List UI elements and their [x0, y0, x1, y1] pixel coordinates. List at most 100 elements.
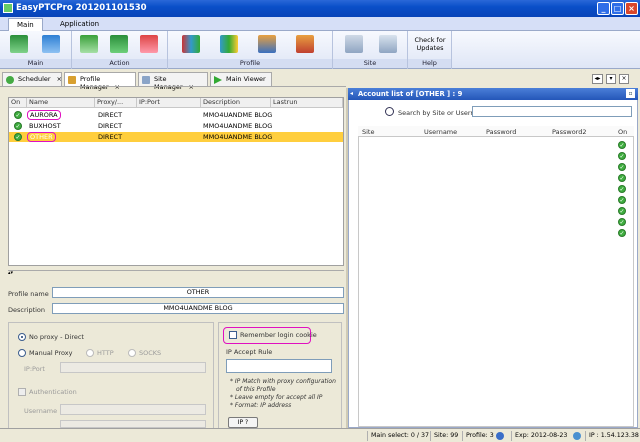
users-icon[interactable] — [258, 35, 276, 53]
status-main-select: Main select: 0 / 37 — [367, 431, 429, 441]
close-tab-icon[interactable]: × — [189, 83, 194, 91]
run-icon[interactable] — [42, 35, 60, 53]
check-icon[interactable]: ✓ — [14, 111, 22, 119]
delete-icon[interactable] — [140, 35, 158, 53]
check-icon[interactable]: ✓ — [618, 152, 626, 160]
username-field[interactable] — [60, 404, 206, 415]
network-icon — [573, 432, 581, 440]
profile-name-field[interactable]: OTHER — [52, 287, 344, 298]
main-icon[interactable] — [10, 35, 28, 53]
col-header-username[interactable]: Username — [424, 128, 457, 136]
col-header-ipport[interactable]: IP:Port — [137, 98, 201, 108]
profile-name-cell[interactable]: OTHER — [27, 132, 56, 142]
manual-proxy-radio[interactable] — [18, 349, 26, 357]
tab-underline — [0, 86, 346, 87]
proxy-cell[interactable]: DIRECT — [98, 132, 122, 142]
description-label: Description — [8, 306, 46, 314]
http-radio[interactable] — [86, 349, 94, 357]
col-header-lastrun[interactable]: Lastrun — [271, 98, 343, 108]
remember-cookie-label[interactable]: Remember login cookie — [240, 331, 317, 339]
close-button[interactable]: × — [625, 2, 638, 15]
check-icon[interactable]: ✓ — [618, 207, 626, 215]
tab-label: Profile Manager — [80, 75, 109, 91]
check-icon[interactable]: ✓ — [618, 185, 626, 193]
ip-button[interactable]: IP ? — [228, 417, 258, 428]
check-icon[interactable]: ✓ — [618, 163, 626, 171]
table-row[interactable]: ✓ AURORA DIRECT MMO4UANDME BLOG — [9, 110, 343, 120]
ip-accept-rule-field[interactable] — [226, 359, 332, 373]
proxy-cell[interactable]: DIRECT — [98, 110, 122, 120]
pin-icon[interactable]: ▫ — [626, 89, 635, 98]
no-proxy-label[interactable]: No proxy - Direct — [29, 333, 84, 341]
close-tab-icon[interactable]: × — [115, 83, 120, 91]
password-field[interactable] — [60, 420, 206, 428]
check-icon[interactable]: ✓ — [618, 218, 626, 226]
check-icon[interactable]: ✓ — [14, 133, 22, 141]
description-field[interactable]: MMO4UANDME BLOG — [52, 303, 344, 314]
table-row-selected[interactable]: ✓ OTHER DIRECT MMO4UANDME BLOG — [9, 132, 343, 142]
check-updates-button[interactable]: Check for Updates — [410, 36, 450, 52]
col-header-password2[interactable]: Password2 — [552, 128, 587, 136]
tab-prev-button[interactable]: ◂▸ — [592, 74, 603, 84]
tab-scheduler[interactable]: Scheduler × — [2, 72, 62, 86]
check-icon[interactable]: ✓ — [618, 196, 626, 204]
tab-list-button[interactable]: ▾ — [606, 74, 616, 84]
check-icon[interactable]: ✓ — [618, 174, 626, 182]
collapse-icon[interactable]: ◂ — [350, 88, 353, 100]
check-icon[interactable]: ✓ — [618, 229, 626, 237]
check-icon[interactable]: ✓ — [618, 141, 626, 149]
ribbon-group-help: Check for Updates Help — [408, 31, 452, 69]
ribbon-tab-application[interactable]: Application — [52, 18, 107, 31]
socks-radio[interactable] — [128, 349, 136, 357]
no-proxy-radio[interactable] — [18, 333, 26, 341]
search-icon — [385, 107, 394, 116]
tab-site-manager[interactable]: Site Manager × — [138, 72, 208, 91]
remember-cookie-checkbox[interactable] — [229, 331, 237, 339]
search-input[interactable] — [472, 106, 632, 117]
col-header-name[interactable]: Name — [27, 98, 95, 108]
table-row[interactable]: ✓ BUXHOST DIRECT MMO4UANDME BLOG — [9, 121, 343, 131]
refresh-icon[interactable] — [80, 35, 98, 53]
maximize-button[interactable]: □ — [611, 2, 624, 15]
tab-close-button[interactable]: × — [619, 74, 629, 84]
group-label-action: Action — [72, 59, 167, 68]
col-header-on[interactable]: On — [618, 128, 627, 136]
authentication-checkbox[interactable] — [18, 388, 26, 396]
close-tab-icon[interactable]: × — [57, 75, 62, 83]
ribbon: Main Action Profile Site Check for Updat… — [0, 31, 640, 69]
col-header-password[interactable]: Password — [486, 128, 516, 136]
user-settings-icon[interactable] — [296, 35, 314, 53]
splitter-arrows-icon[interactable]: ▴▾ — [8, 270, 13, 276]
description-cell[interactable]: MMO4UANDME BLOG — [203, 110, 272, 120]
books-icon[interactable] — [182, 35, 200, 53]
profile-name-cell[interactable]: AURORA — [27, 110, 61, 120]
status-site: Site: 99 — [430, 431, 458, 441]
profile-name-cell[interactable]: BUXHOST — [29, 121, 61, 131]
group-label-main: Main — [0, 59, 71, 68]
description-cell[interactable]: MMO4UANDME BLOG — [203, 132, 272, 142]
add-book-icon[interactable] — [220, 35, 238, 53]
manual-proxy-label[interactable]: Manual Proxy — [29, 349, 73, 357]
proxy-cell[interactable]: DIRECT — [98, 121, 122, 131]
col-header-on[interactable]: On — [9, 98, 27, 108]
minimize-button[interactable]: _ — [597, 2, 610, 15]
note-line: * Format: IP address — [230, 402, 292, 409]
site-settings-icon[interactable] — [345, 35, 363, 53]
ip-port-field[interactable] — [60, 362, 206, 373]
save-icon[interactable] — [110, 35, 128, 53]
ip-accept-rule-label: IP Accept Rule — [226, 348, 273, 356]
site-add-icon[interactable] — [379, 35, 397, 53]
tab-label: Main Viewer — [226, 75, 266, 83]
http-label: HTTP — [97, 349, 114, 357]
col-header-description[interactable]: Description — [201, 98, 271, 108]
tab-main-viewer[interactable]: Main Viewer — [210, 72, 272, 86]
check-icon[interactable]: ✓ — [14, 122, 22, 130]
note-line: of this Profile — [236, 386, 276, 393]
group-label-profile: Profile — [168, 59, 332, 68]
panel-splitter[interactable]: ▴▾ — [8, 270, 344, 276]
ribbon-tab-main[interactable]: Main — [8, 18, 43, 31]
description-cell[interactable]: MMO4UANDME BLOG — [203, 121, 272, 131]
col-header-site[interactable]: Site — [362, 128, 374, 136]
col-header-proxy[interactable]: Proxy/... — [95, 98, 137, 108]
tab-profile-manager[interactable]: Profile Manager × — [64, 72, 136, 91]
